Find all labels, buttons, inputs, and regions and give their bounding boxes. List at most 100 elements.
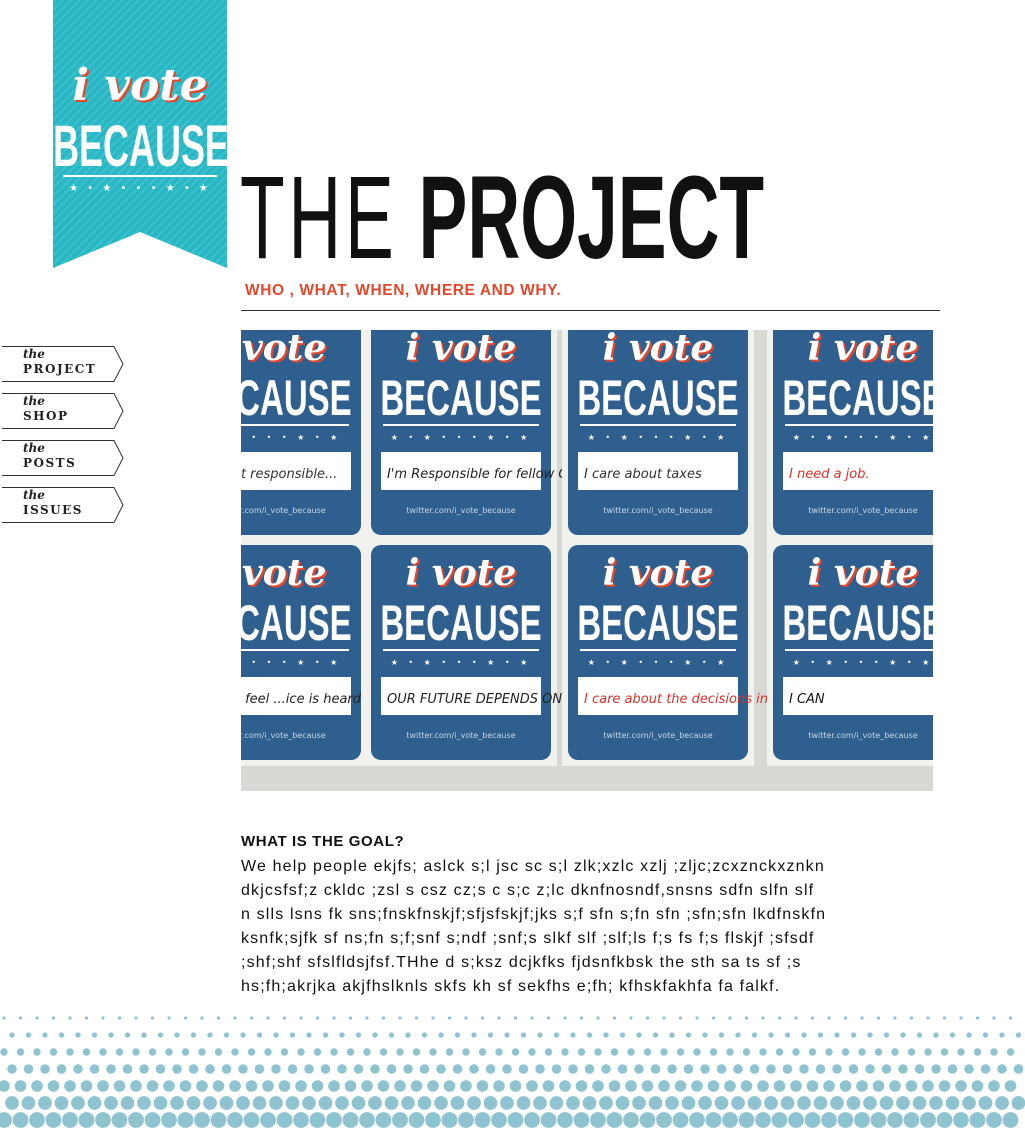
pattern-dot: [194, 1112, 210, 1128]
pattern-dot: [271, 1064, 281, 1074]
pattern-dot: [414, 1016, 419, 1020]
svg-text:★ • ★ • • • ★ • ★: ★ • ★ • • • ★ • ★: [241, 658, 341, 667]
pattern-dot: [177, 1112, 194, 1128]
pattern-dot: [978, 1096, 993, 1110]
pattern-dot: [893, 1016, 897, 1020]
pattern-dot: [311, 1080, 324, 1092]
poster-line2: BECAUSE: [577, 595, 738, 650]
pattern-dot: [299, 1016, 303, 1020]
logo-banner[interactable]: i vote i vote BECAUSE ★ • ★ • • • ★ • ★: [53, 0, 227, 268]
pattern-dot: [540, 1112, 557, 1128]
pattern-dot: [355, 1032, 362, 1038]
pattern-dot: [425, 1112, 441, 1128]
pattern-dot: [401, 1096, 415, 1110]
pattern-dot: [982, 1032, 989, 1038]
goal-line: dkjcsfsf;z ckldc ;zsl s csz cz;s c s;c z…: [241, 882, 815, 899]
pattern-dot: [337, 1064, 347, 1074]
pattern-dot: [648, 1096, 663, 1110]
pattern-dot: [306, 1032, 312, 1038]
pattern-dot: [507, 1112, 524, 1128]
poster-line1: i vote: [808, 552, 919, 594]
pattern-dot: [938, 1080, 951, 1092]
pattern-dot: [566, 1096, 580, 1110]
pattern-dot: [130, 1080, 142, 1092]
pattern-dot: [227, 1112, 243, 1128]
pattern-dot: [495, 1048, 503, 1056]
pattern-dot: [714, 1096, 729, 1110]
pattern-dot: [460, 1080, 472, 1092]
pattern-dot: [738, 1112, 755, 1128]
pattern-dot: [623, 1112, 639, 1128]
poster-line1: i vote: [241, 330, 326, 369]
pattern-dot: [186, 1096, 201, 1110]
poster: i votei voteBECAUSE★ • ★ • • • ★ • ★I ca…: [562, 539, 799, 766]
pattern-dot: [75, 1032, 81, 1038]
pattern-dot: [293, 1112, 309, 1128]
pattern-dot: [858, 1048, 866, 1056]
pattern-dot: [971, 1080, 984, 1092]
pattern-dot: [412, 1048, 421, 1056]
pattern-dot: [592, 1080, 604, 1092]
pattern-dot: [25, 1032, 32, 1038]
logo-stars: ★ • ★ • • • ★ • ★: [69, 183, 211, 194]
pattern-dot: [320, 1064, 331, 1074]
pattern-dot: [295, 1080, 307, 1092]
pattern-dot: [297, 1048, 305, 1056]
poster-twitter: twitter.com/i_vote_because: [808, 506, 917, 515]
pattern-dot: [724, 1080, 736, 1092]
pattern-dot: [427, 1080, 439, 1092]
pattern-dot: [870, 1112, 887, 1128]
pattern-dot: [273, 1032, 279, 1038]
pattern-dot: [348, 1016, 353, 1020]
pattern-dot: [526, 1080, 538, 1092]
pattern-dot: [900, 1032, 906, 1038]
nav-item-label: PROJECT: [23, 362, 97, 376]
nav-item-issues[interactable]: the ISSUES: [2, 487, 124, 523]
poster-twitter: twitter.com/i_vote_because: [406, 731, 515, 740]
pattern-dot: [761, 1016, 765, 1020]
pattern-dot: [546, 1016, 551, 1020]
pattern-dot: [804, 1112, 821, 1128]
pattern-dot: [87, 1096, 102, 1110]
pattern-dot: [40, 1064, 50, 1074]
pattern-dot: [344, 1080, 357, 1092]
pattern-dot: [223, 1032, 230, 1038]
pattern-dot: [403, 1064, 413, 1074]
pattern-dot: [458, 1112, 474, 1128]
pattern-dot: [764, 1096, 778, 1110]
pattern-dot: [551, 1064, 562, 1074]
pattern-dot: [966, 1032, 972, 1038]
pattern-dot: [709, 1048, 718, 1056]
pattern-dot: [606, 1112, 623, 1128]
nav-item-posts[interactable]: the POSTS: [2, 440, 124, 476]
pattern-dot: [788, 1112, 804, 1128]
pattern-dot: [78, 1112, 95, 1128]
pattern-dot: [672, 1112, 689, 1128]
pattern-dot: [916, 1032, 923, 1038]
pattern-dot: [957, 1048, 965, 1056]
pattern-dot: [821, 1112, 837, 1128]
nav-item-project[interactable]: the PROJECT: [2, 346, 124, 382]
pattern-dot: [924, 1048, 932, 1056]
pattern-dot: [410, 1080, 423, 1092]
poster-line1: i vote: [808, 330, 919, 369]
nav-item-shop[interactable]: the SHOP: [2, 393, 124, 429]
pattern-dot: [429, 1048, 437, 1056]
pattern-dot: [860, 1016, 864, 1020]
pattern-dot: [157, 1032, 164, 1038]
pattern-dot: [219, 1096, 234, 1110]
pattern-dot: [153, 1096, 168, 1110]
pattern-dot: [707, 1080, 720, 1092]
pattern-dot: [782, 1064, 793, 1074]
pattern-dot: [31, 1080, 43, 1092]
pattern-dot: [940, 1048, 949, 1056]
pattern-dot: [252, 1096, 267, 1110]
pattern-dot: [212, 1080, 225, 1092]
pattern-dot: [577, 1048, 586, 1056]
pattern-dot: [731, 1096, 745, 1110]
pattern-dot: [524, 1112, 540, 1128]
pattern-dot: [304, 1064, 314, 1074]
pattern-dot: [711, 1016, 716, 1020]
svg-text:★ • ★ • • • ★ • ★: ★ • ★ • • • ★ • ★: [588, 433, 729, 442]
pattern-dot: [392, 1112, 408, 1128]
